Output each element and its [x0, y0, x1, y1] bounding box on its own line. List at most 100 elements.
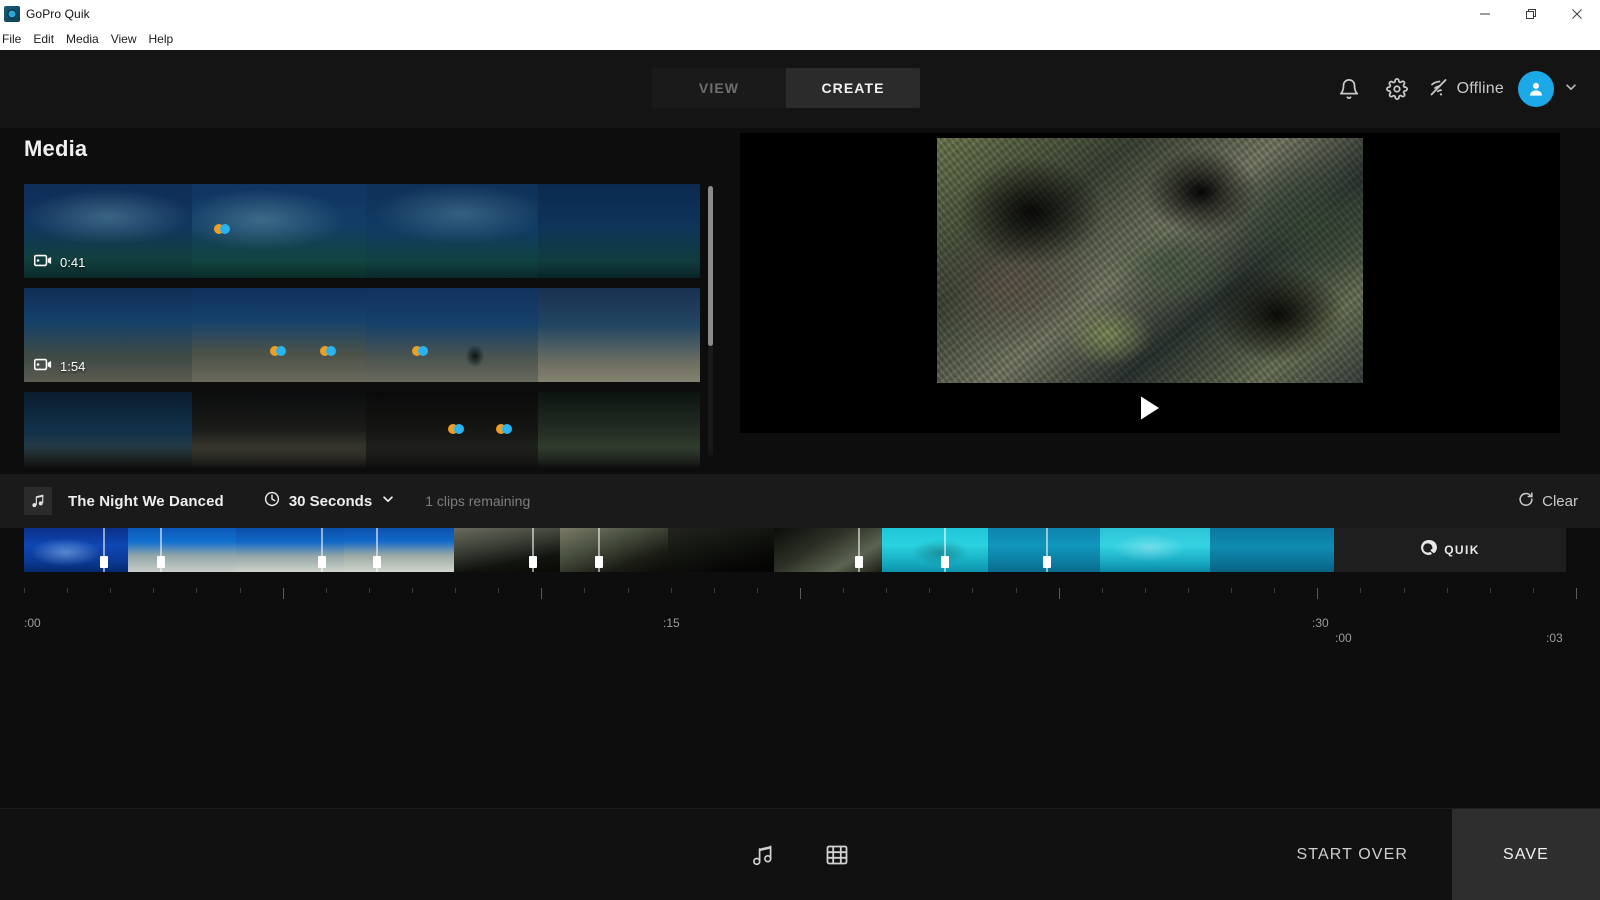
bottom-toolbar: START OVER SAVE — [0, 808, 1600, 900]
timeline-clip[interactable] — [236, 528, 344, 572]
hilight-tag-icon — [496, 424, 512, 434]
ruler-tick — [1059, 588, 1060, 599]
hilight-tag-icon — [270, 346, 286, 356]
timeline-outro-card[interactable]: QUIK — [1334, 528, 1566, 572]
window-controls — [1462, 0, 1600, 28]
start-over-button[interactable]: START OVER — [1253, 809, 1452, 900]
menu-item-file[interactable]: File — [0, 29, 27, 49]
clip-handle[interactable] — [157, 528, 165, 572]
clear-button[interactable]: Clear — [1518, 491, 1578, 511]
ruler-tick — [110, 588, 111, 593]
ruler-tick — [714, 588, 715, 593]
media-thumb[interactable] — [538, 392, 700, 486]
minimize-icon[interactable] — [1462, 0, 1508, 28]
reset-icon — [1518, 491, 1534, 511]
video-camera-icon — [33, 358, 52, 374]
menu-item-edit[interactable]: Edit — [27, 29, 60, 49]
timeline-clip[interactable] — [24, 528, 128, 572]
ruler-tick — [972, 588, 973, 593]
media-row[interactable]: 0:41 — [24, 184, 700, 278]
menu-item-view[interactable]: View — [105, 29, 143, 49]
ruler-tick — [628, 588, 629, 593]
hilight-tag-icon — [412, 346, 428, 356]
media-panel-title: Media — [24, 136, 88, 161]
duration-select[interactable]: 30 Seconds — [264, 491, 395, 512]
media-scrollbar[interactable] — [708, 186, 713, 456]
clip-handle[interactable] — [941, 528, 949, 572]
timeline-clip[interactable] — [668, 528, 774, 572]
timeline-clip[interactable] — [128, 528, 236, 572]
preview-stage[interactable] — [740, 133, 1560, 433]
media-thumb[interactable] — [24, 392, 192, 486]
timeline-clip[interactable] — [1210, 528, 1334, 572]
restore-icon[interactable] — [1508, 0, 1554, 28]
timeline-clip[interactable] — [988, 528, 1100, 572]
chevron-down-icon — [381, 492, 395, 511]
header-actions: Offline — [1325, 50, 1578, 128]
menu-item-help[interactable]: Help — [143, 29, 180, 49]
ruler-tick — [24, 588, 25, 593]
chevron-down-icon[interactable] — [1564, 80, 1578, 99]
play-icon[interactable] — [1139, 395, 1161, 426]
clip-handle[interactable] — [855, 528, 863, 572]
video-camera-icon — [33, 254, 52, 270]
ruler-tick — [240, 588, 241, 593]
media-thumb[interactable] — [366, 288, 538, 382]
clip-handle[interactable] — [595, 528, 603, 572]
timeline-clip[interactable] — [1100, 528, 1210, 572]
bell-icon[interactable] — [1325, 65, 1373, 113]
user-avatar-icon[interactable] — [1518, 71, 1554, 107]
media-thumb[interactable] — [366, 184, 538, 278]
clip-handle[interactable] — [529, 528, 537, 572]
ruler-tick — [1145, 588, 1146, 593]
duration-select-label: 30 Seconds — [288, 492, 373, 510]
film-strip-icon[interactable] — [824, 842, 850, 868]
save-button[interactable]: SAVE — [1452, 809, 1600, 900]
music-note-icon[interactable] — [750, 842, 776, 868]
ruler-label: :00 — [1335, 631, 1352, 645]
music-note-icon[interactable] — [24, 487, 52, 515]
timeline-clip[interactable] — [454, 528, 560, 572]
menu-item-media[interactable]: Media — [60, 29, 105, 49]
media-duration-text: 0:41 — [60, 254, 86, 270]
close-icon[interactable] — [1554, 0, 1600, 28]
timeline-clip[interactable] — [774, 528, 882, 572]
ruler-tick — [800, 588, 801, 599]
media-thumb[interactable] — [192, 184, 366, 278]
ruler-label: :03 — [1546, 631, 1563, 645]
ruler-label: :30 — [1312, 616, 1329, 630]
timeline-clip[interactable] — [882, 528, 988, 572]
clip-handle[interactable] — [100, 528, 108, 572]
ruler-tick — [1490, 588, 1491, 593]
ruler-label: :15 — [663, 616, 680, 630]
clips-remaining-label: 1 clips remaining — [425, 493, 531, 509]
connection-status[interactable]: Offline — [1429, 76, 1504, 103]
timeline-ruler[interactable]: :00 :15 :30 :00 :03 — [0, 572, 1600, 682]
media-thumb[interactable] — [538, 288, 700, 382]
timeline-clip[interactable] — [560, 528, 668, 572]
timeline-song-name[interactable]: The Night We Danced — [68, 493, 224, 510]
media-thumb[interactable] — [192, 288, 366, 382]
preview-video-frame[interactable] — [937, 138, 1363, 383]
media-row[interactable]: 1:54 — [24, 288, 700, 382]
window-titlebar: GoPro Quik — [0, 0, 1600, 28]
ruler-label: :00 — [24, 616, 41, 630]
media-scrollbar-thumb[interactable] — [708, 186, 713, 346]
ruler-tick — [929, 588, 930, 593]
ruler-tick — [1533, 588, 1534, 593]
clip-handle[interactable] — [1043, 528, 1051, 572]
clip-handle[interactable] — [318, 528, 326, 572]
media-thumb[interactable] — [538, 184, 700, 278]
timeline-clip[interactable] — [344, 528, 454, 572]
hilight-tag-icon — [448, 424, 464, 434]
preview-panel — [722, 128, 1600, 474]
tab-view[interactable]: VIEW — [652, 68, 786, 108]
gear-icon[interactable] — [1373, 65, 1421, 113]
media-row[interactable] — [24, 392, 700, 486]
quik-logo-icon — [1420, 539, 1438, 561]
clip-handle[interactable] — [373, 528, 381, 572]
media-thumb[interactable] — [366, 392, 538, 486]
tab-create[interactable]: CREATE — [786, 68, 920, 108]
main-area: Media 0:41 1:54 — [0, 128, 1600, 486]
media-thumb[interactable] — [192, 392, 366, 486]
